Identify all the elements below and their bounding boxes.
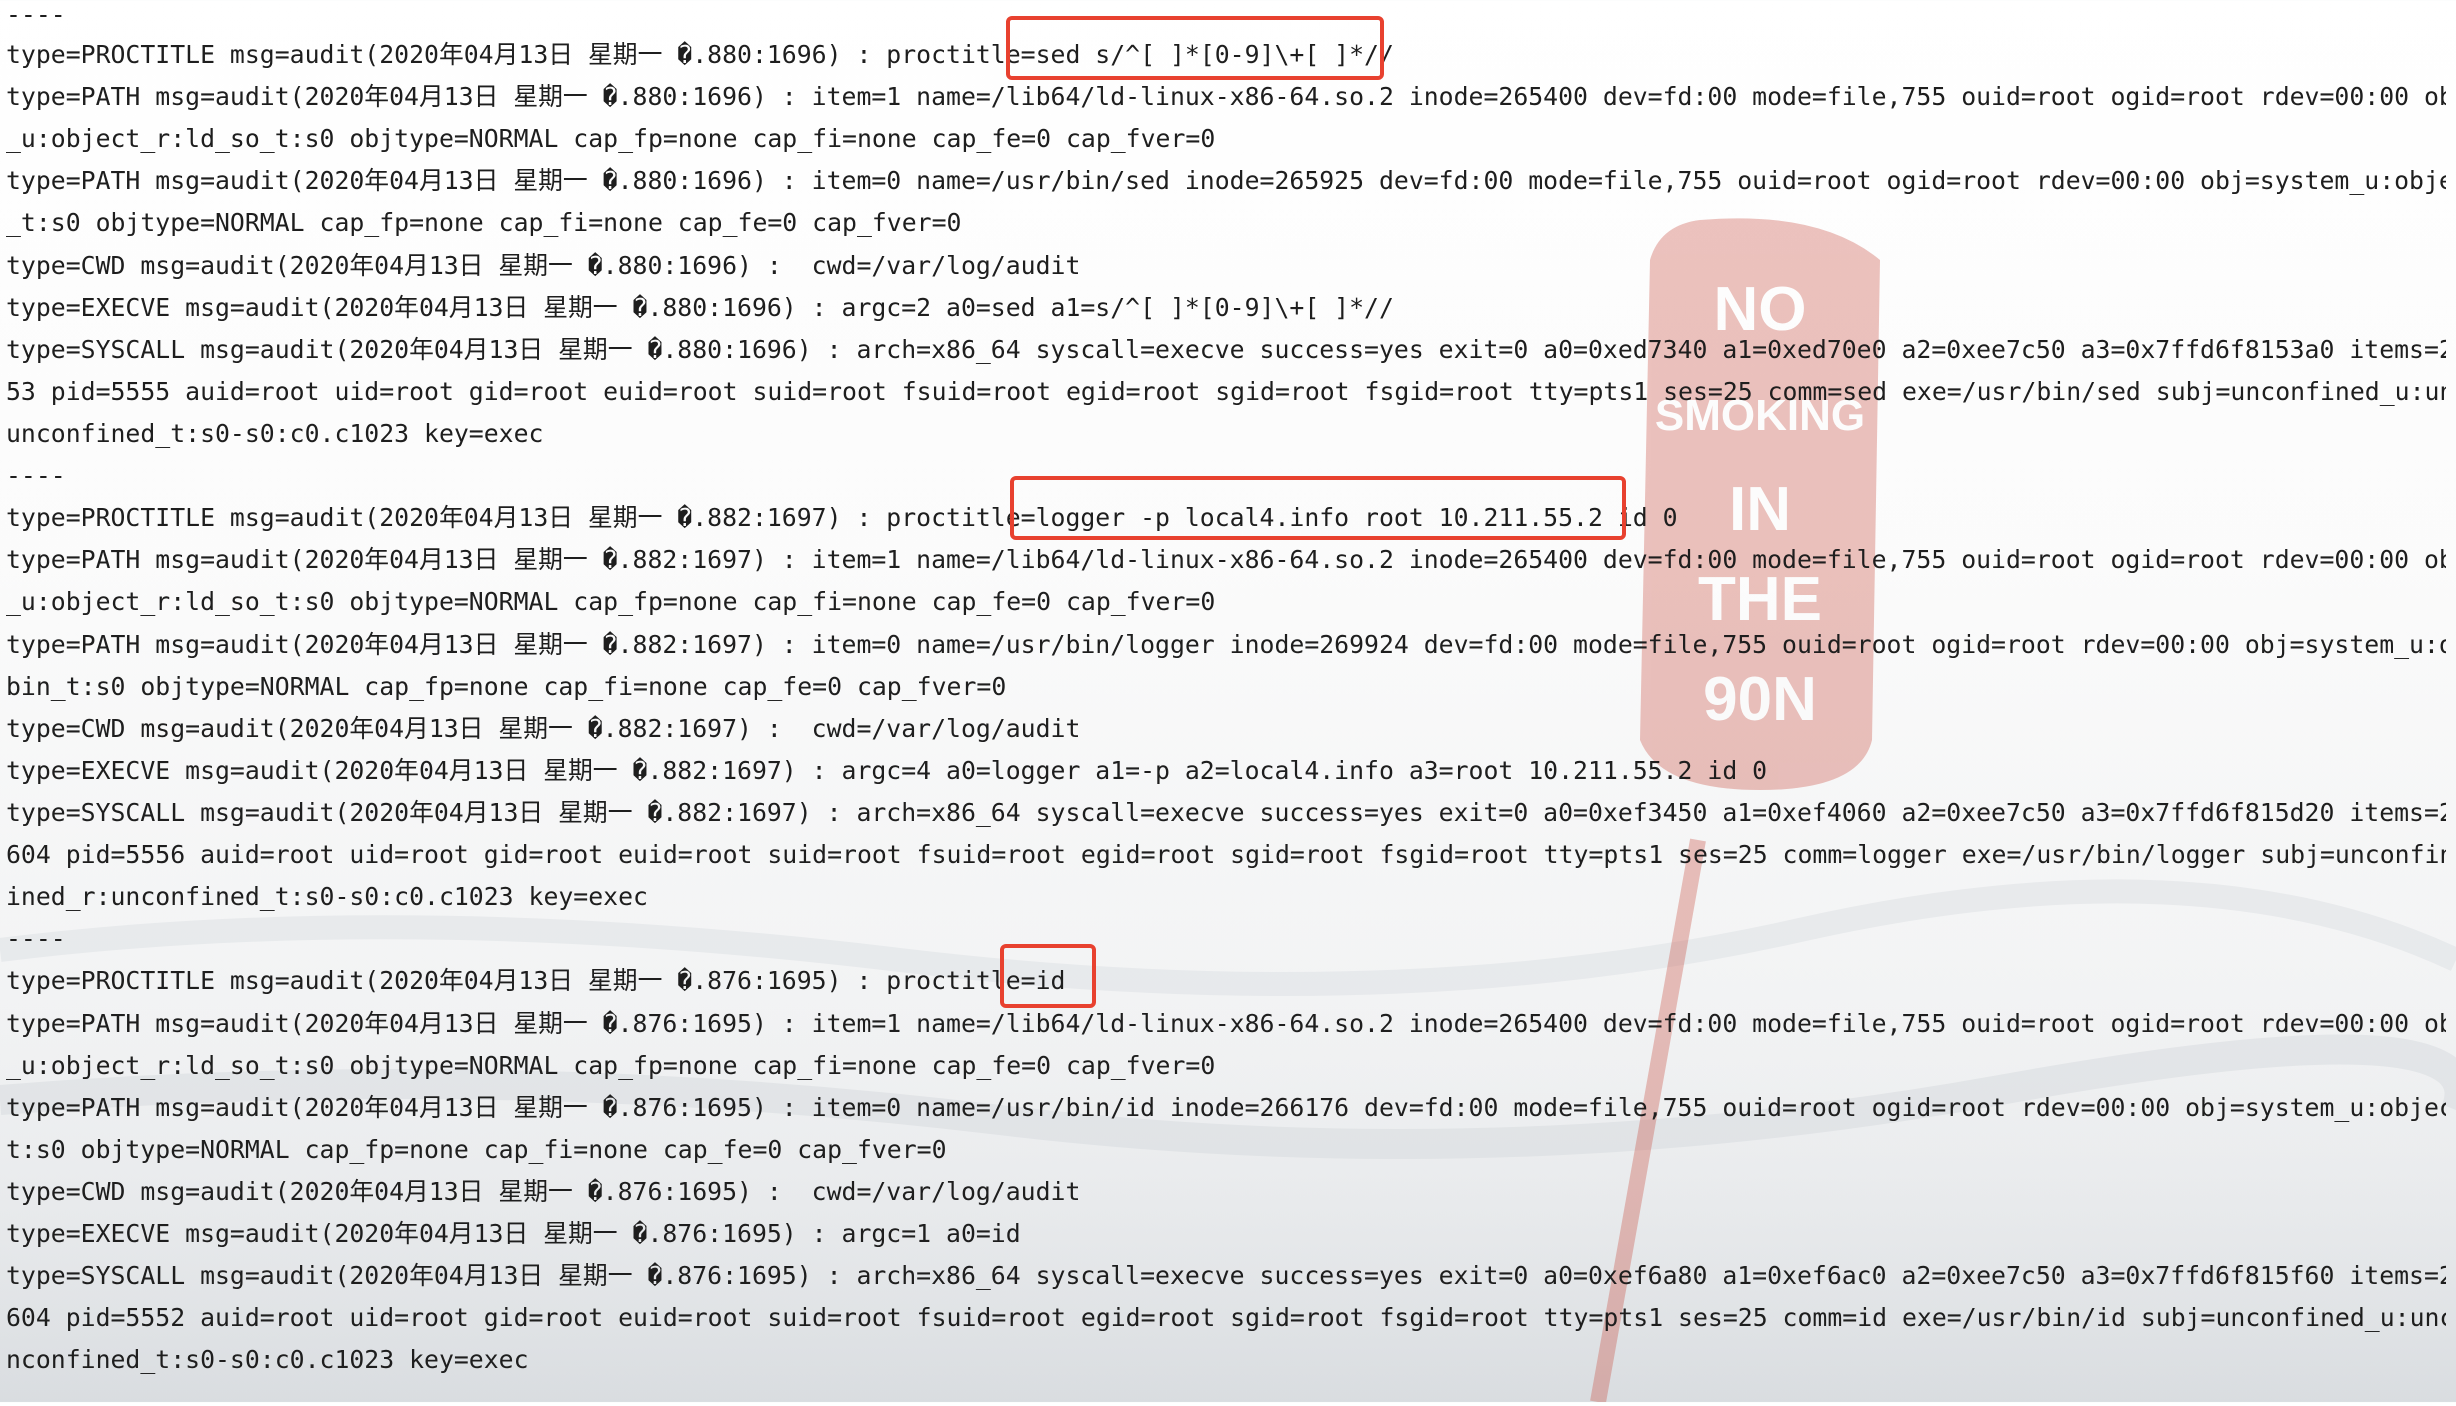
log-line: bin_t:s0 objtype=NORMAL cap_fp=none cap_… [6, 672, 1007, 701]
log-line: type=PATH msg=audit(2020年04月13日 星期一 �.87… [6, 1093, 2446, 1122]
highlight-box-sed [1006, 16, 1384, 80]
log-line: type=PATH msg=audit(2020年04月13日 星期一 �.87… [6, 1009, 2446, 1038]
log-line: _u:object_r:ld_so_t:s0 objtype=NORMAL ca… [6, 587, 1216, 616]
log-line: type=PROCTITLE msg=audit(2020年04月13日 星期一… [6, 966, 1066, 995]
highlight-box-logger [1010, 476, 1626, 540]
log-line: type=SYSCALL msg=audit(2020年04月13日 星期一 �… [6, 1261, 2446, 1290]
log-line: 604 pid=5556 auid=root uid=root gid=root… [6, 840, 2446, 869]
log-line: ---- [6, 461, 66, 490]
log-line: type=PATH msg=audit(2020年04月13日 星期一 �.88… [6, 630, 2446, 659]
log-line: type=EXECVE msg=audit(2020年04月13日 星期一 �.… [6, 293, 1394, 322]
log-line: ---- [6, 924, 66, 953]
log-line: 53 pid=5555 auid=root uid=root gid=root … [6, 377, 2446, 406]
log-line: type=SYSCALL msg=audit(2020年04月13日 星期一 �… [6, 798, 2446, 827]
highlight-box-id [1000, 944, 1096, 1008]
log-line: type=PATH msg=audit(2020年04月13日 星期一 �.88… [6, 166, 2446, 195]
log-line: _u:object_r:ld_so_t:s0 objtype=NORMAL ca… [6, 124, 1216, 153]
log-line: type=SYSCALL msg=audit(2020年04月13日 星期一 �… [6, 335, 2446, 364]
log-line: ined_r:unconfined_t:s0-s0:c0.c1023 key=e… [6, 882, 648, 911]
log-line: type=CWD msg=audit(2020年04月13日 星期一 �.882… [6, 714, 1081, 743]
log-line: type=PATH msg=audit(2020年04月13日 星期一 �.88… [6, 545, 2446, 574]
log-line: type=PATH msg=audit(2020年04月13日 星期一 �.88… [6, 82, 2446, 111]
log-line: 604 pid=5552 auid=root uid=root gid=root… [6, 1303, 2446, 1332]
log-line: unconfined_t:s0-s0:c0.c1023 key=exec [6, 419, 544, 448]
log-line: t:s0 objtype=NORMAL cap_fp=none cap_fi=n… [6, 1135, 947, 1164]
log-line: _u:object_r:ld_so_t:s0 objtype=NORMAL ca… [6, 1051, 1216, 1080]
log-line: type=CWD msg=audit(2020年04月13日 星期一 �.876… [6, 1177, 1081, 1206]
log-line: _t:s0 objtype=NORMAL cap_fp=none cap_fi=… [6, 208, 962, 237]
log-line: ---- [6, 0, 66, 29]
log-line: type=EXECVE msg=audit(2020年04月13日 星期一 �.… [6, 1219, 1021, 1248]
log-line: nconfined_t:s0-s0:c0.c1023 key=exec [6, 1345, 529, 1374]
terminal-output[interactable]: ---- type=PROCTITLE msg=audit(2020年04月13… [6, 0, 2446, 1402]
log-line: ---- [6, 1387, 66, 1402]
log-line: type=EXECVE msg=audit(2020年04月13日 星期一 �.… [6, 756, 1768, 785]
log-line: type=CWD msg=audit(2020年04月13日 星期一 �.880… [6, 251, 1081, 280]
